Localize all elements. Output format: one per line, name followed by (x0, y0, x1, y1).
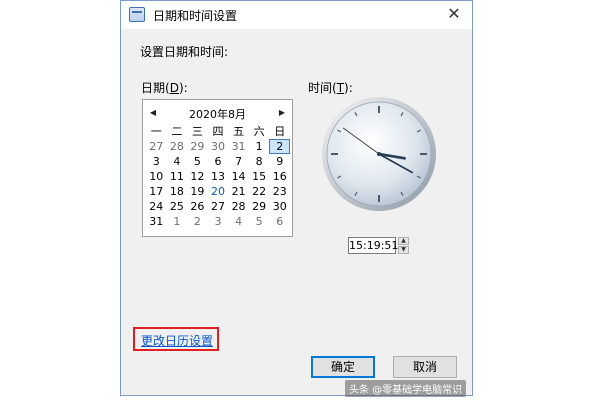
calendar-day-grid: 一二三四五六日 27 28 29 30 31 1 2 3 4 5 6 7 8 9 10 11 12 13 14 15 16… (146, 124, 290, 229)
prev-month-arrow-icon[interactable]: ◀ (147, 107, 159, 119)
calendar-day[interactable]: 4 (167, 154, 188, 169)
calendar-day[interactable]: 21 (228, 184, 249, 199)
calendar-day[interactable]: 26 (187, 199, 208, 214)
calendar-day[interactable]: 5 (249, 214, 270, 229)
calendar-day[interactable]: 1 (167, 214, 188, 229)
calendar-day[interactable]: 23 (269, 184, 290, 199)
calendar-day[interactable]: 6 (208, 154, 229, 169)
spin-up-icon[interactable]: ▲ (398, 237, 409, 245)
calendar-day[interactable]: 31 (228, 139, 249, 154)
calendar-day[interactable]: 10 (146, 169, 167, 184)
change-calendar-settings-link[interactable]: 更改日历设置 (141, 332, 213, 349)
calendar-day[interactable]: 9 (269, 154, 290, 169)
calendar-day[interactable]: 25 (167, 199, 188, 214)
next-month-arrow-icon[interactable]: ▶ (276, 107, 288, 119)
weekday-header: 六 (253, 125, 265, 138)
calendar-day[interactable]: 28 (228, 199, 249, 214)
calendar-day[interactable]: 31 (146, 214, 167, 229)
weekday-header: 三 (191, 125, 203, 138)
calendar-day[interactable]: 29 (187, 139, 208, 154)
time-input[interactable]: 15:19:51 (348, 237, 398, 254)
calendar-day[interactable]: 3 (146, 154, 167, 169)
time-label: 时间(T): (308, 81, 353, 95)
dialog-heading: 设置日期和时间: (140, 45, 229, 59)
calendar-day[interactable]: 13 (208, 169, 229, 184)
calendar-day[interactable]: 12 (187, 169, 208, 184)
weekday-header: 一 (150, 125, 162, 138)
calendar-day[interactable]: 2 (269, 139, 290, 154)
spin-down-icon[interactable]: ▼ (398, 246, 409, 254)
calendar-day[interactable]: 5 (187, 154, 208, 169)
clock-center (377, 152, 381, 156)
calendar-day[interactable]: 27 (208, 199, 229, 214)
calendar-day[interactable]: 15 (249, 169, 270, 184)
title-bar: 日期和时间设置 ✕ (121, 1, 472, 29)
date-time-settings-dialog: 日期和时间设置 ✕ 设置日期和时间: 日期(D): 时间(T): ◀ 2020年… (120, 0, 473, 396)
date-label: 日期(D): (141, 81, 188, 95)
watermark: 头条 @零基础学电脑常识 (345, 380, 467, 397)
calendar-day[interactable]: 4 (228, 214, 249, 229)
calendar-day[interactable]: 6 (269, 214, 290, 229)
calendar-day[interactable]: 14 (228, 169, 249, 184)
calendar-day[interactable]: 30 (269, 199, 290, 214)
calendar-day[interactable]: 24 (146, 199, 167, 214)
calendar-day[interactable]: 2 (187, 214, 208, 229)
ok-button[interactable]: 确定 (311, 356, 375, 378)
window-title: 日期和时间设置 (153, 9, 238, 23)
calendar-day[interactable]: 28 (167, 139, 188, 154)
cancel-button[interactable]: 取消 (393, 356, 457, 378)
weekday-header: 二 (171, 125, 183, 138)
weekday-header: 日 (274, 125, 286, 138)
weekday-header: 五 (233, 125, 245, 138)
calendar-day[interactable]: 3 (208, 214, 229, 229)
calendar-day[interactable]: 7 (228, 154, 249, 169)
calendar-day[interactable]: 30 (208, 139, 229, 154)
time-spinner[interactable]: ▲ ▼ (398, 237, 409, 254)
calendar-month-title[interactable]: 2020年8月 (163, 106, 272, 122)
calendar-day[interactable]: 18 (167, 184, 188, 199)
calendar-day[interactable]: 29 (249, 199, 270, 214)
calendar-day[interactable]: 8 (249, 154, 270, 169)
highlight-box: 更改日历设置 (133, 327, 219, 351)
calendar-day[interactable]: 22 (249, 184, 270, 199)
calendar-day[interactable]: 20 (208, 184, 229, 199)
calendar-day[interactable]: 27 (146, 139, 167, 154)
calendar-day[interactable]: 17 (146, 184, 167, 199)
calendar-day[interactable]: 19 (187, 184, 208, 199)
calendar-day[interactable]: 16 (269, 169, 290, 184)
month-calendar[interactable]: ◀ 2020年8月 ▶ 一二三四五六日 27 28 29 30 31 1 2 3 4 5 6 7 8 9 10… (142, 99, 293, 237)
calendar-day[interactable]: 11 (167, 169, 188, 184)
calendar-app-icon (129, 7, 145, 22)
calendar-day[interactable]: 1 (249, 139, 270, 154)
analog-clock (322, 97, 436, 211)
weekday-header: 四 (212, 125, 224, 138)
close-button[interactable]: ✕ (444, 4, 464, 24)
